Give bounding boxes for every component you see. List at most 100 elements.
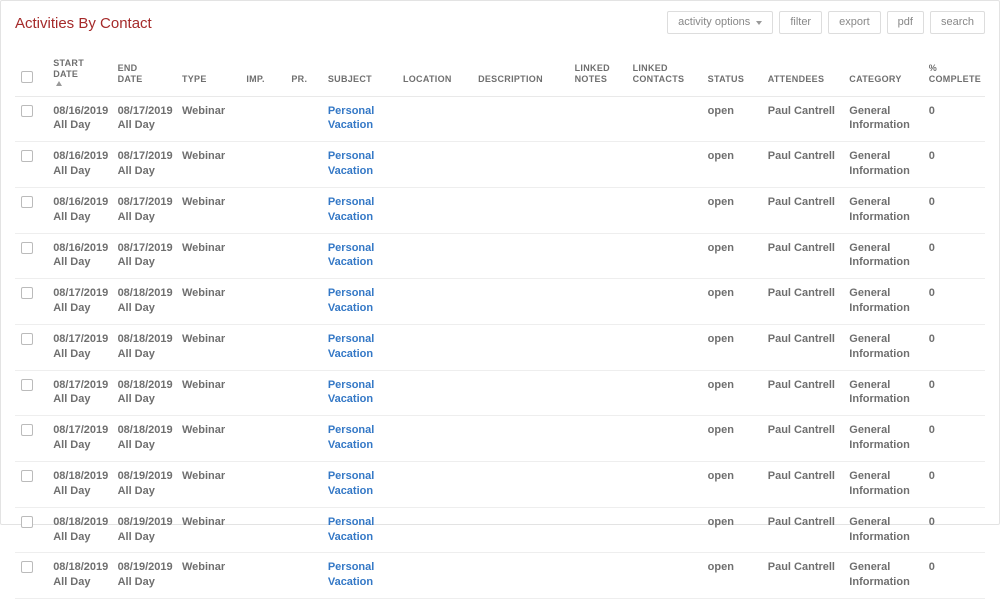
cell-complete: 0 — [923, 553, 985, 599]
cell-subject[interactable]: PersonalVacation — [322, 507, 397, 553]
pdf-button[interactable]: pdf — [887, 11, 924, 34]
col-pr[interactable]: PR. — [285, 52, 321, 96]
cell-pr — [285, 142, 321, 188]
cell-start-date: 08/18/2019All Day — [47, 462, 111, 508]
row-checkbox[interactable] — [15, 507, 47, 553]
checkbox-icon[interactable] — [21, 333, 33, 345]
cell-status: open — [702, 187, 762, 233]
col-subject[interactable]: SUBJECT — [322, 52, 397, 96]
cell-attendees: Paul Cantrell — [762, 462, 844, 508]
col-category[interactable]: CATEGORY — [843, 52, 922, 96]
panel-header: Activities By Contact activity options f… — [15, 11, 985, 34]
cell-start-date: 08/17/2019All Day — [47, 416, 111, 462]
cell-attendees: Paul Cantrell — [762, 324, 844, 370]
cell-complete: 0 — [923, 96, 985, 142]
table-row: 08/16/2019All Day08/17/2019All DayWebina… — [15, 187, 985, 233]
cell-location — [397, 233, 472, 279]
cell-subject[interactable]: PersonalVacation — [322, 553, 397, 599]
cell-pr — [285, 279, 321, 325]
checkbox-icon[interactable] — [21, 71, 33, 83]
checkbox-icon[interactable] — [21, 561, 33, 573]
row-checkbox[interactable] — [15, 324, 47, 370]
cell-subject[interactable]: PersonalVacation — [322, 142, 397, 188]
cell-subject[interactable]: PersonalVacation — [322, 462, 397, 508]
checkbox-icon[interactable] — [21, 196, 33, 208]
cell-attendees: Paul Cantrell — [762, 233, 844, 279]
col-location[interactable]: LOCATION — [397, 52, 472, 96]
row-checkbox[interactable] — [15, 96, 47, 142]
cell-start-date: 08/17/2019All Day — [47, 279, 111, 325]
col-complete[interactable]: % COMPLETE — [923, 52, 985, 96]
cell-subject[interactable]: PersonalVacation — [322, 324, 397, 370]
checkbox-icon[interactable] — [21, 424, 33, 436]
toolbar: activity options filter export pdf searc… — [667, 11, 985, 34]
col-imp[interactable]: IMP. — [240, 52, 285, 96]
cell-subject[interactable]: PersonalVacation — [322, 279, 397, 325]
cell-start-date: 08/16/2019All Day — [47, 96, 111, 142]
col-description[interactable]: DESCRIPTION — [472, 52, 569, 96]
row-checkbox[interactable] — [15, 279, 47, 325]
cell-pr — [285, 96, 321, 142]
col-end-date[interactable]: END DATE — [112, 52, 176, 96]
row-checkbox[interactable] — [15, 462, 47, 508]
checkbox-icon[interactable] — [21, 242, 33, 254]
cell-description — [472, 507, 569, 553]
cell-complete: 0 — [923, 233, 985, 279]
col-attendees[interactable]: ATTENDEES — [762, 52, 844, 96]
cell-subject[interactable]: PersonalVacation — [322, 187, 397, 233]
cell-end-date: 08/17/2019All Day — [112, 96, 176, 142]
cell-type: Webinar — [176, 142, 240, 188]
cell-start-date: 08/17/2019All Day — [47, 370, 111, 416]
activity-options-button[interactable]: activity options — [667, 11, 773, 34]
row-checkbox[interactable] — [15, 142, 47, 188]
row-checkbox[interactable] — [15, 233, 47, 279]
row-checkbox[interactable] — [15, 553, 47, 599]
row-checkbox[interactable] — [15, 187, 47, 233]
cell-complete: 0 — [923, 370, 985, 416]
checkbox-icon[interactable] — [21, 516, 33, 528]
cell-description — [472, 233, 569, 279]
row-checkbox[interactable] — [15, 416, 47, 462]
col-status[interactable]: STATUS — [702, 52, 762, 96]
checkbox-icon[interactable] — [21, 105, 33, 117]
cell-linked-contacts — [627, 187, 702, 233]
cell-status: open — [702, 370, 762, 416]
filter-button[interactable]: filter — [779, 11, 822, 34]
col-linked-notes[interactable]: LINKED NOTES — [569, 52, 627, 96]
cell-end-date: 08/18/2019All Day — [112, 279, 176, 325]
cell-description — [472, 416, 569, 462]
export-button[interactable]: export — [828, 11, 881, 34]
cell-status: open — [702, 279, 762, 325]
checkbox-icon[interactable] — [21, 287, 33, 299]
col-start-date[interactable]: START DATE — [47, 52, 111, 96]
cell-subject[interactable]: PersonalVacation — [322, 96, 397, 142]
cell-location — [397, 553, 472, 599]
cell-description — [472, 324, 569, 370]
col-select-all[interactable] — [15, 52, 47, 96]
cell-end-date: 08/17/2019All Day — [112, 233, 176, 279]
cell-location — [397, 370, 472, 416]
checkbox-icon[interactable] — [21, 379, 33, 391]
table-row: 08/16/2019All Day08/17/2019All DayWebina… — [15, 142, 985, 188]
cell-subject[interactable]: PersonalVacation — [322, 416, 397, 462]
cell-pr — [285, 324, 321, 370]
cell-imp — [240, 279, 285, 325]
col-type[interactable]: TYPE — [176, 52, 240, 96]
cell-linked-notes — [569, 507, 627, 553]
cell-start-date: 08/16/2019All Day — [47, 233, 111, 279]
cell-location — [397, 96, 472, 142]
row-checkbox[interactable] — [15, 370, 47, 416]
cell-linked-contacts — [627, 142, 702, 188]
checkbox-icon[interactable] — [21, 150, 33, 162]
search-button[interactable]: search — [930, 11, 985, 34]
cell-subject[interactable]: PersonalVacation — [322, 233, 397, 279]
cell-imp — [240, 416, 285, 462]
col-linked-contacts[interactable]: LINKED CONTACTS — [627, 52, 702, 96]
table-row: 08/18/2019All Day08/19/2019All DayWebina… — [15, 553, 985, 599]
cell-status: open — [702, 462, 762, 508]
cell-linked-contacts — [627, 553, 702, 599]
checkbox-icon[interactable] — [21, 470, 33, 482]
cell-subject[interactable]: PersonalVacation — [322, 370, 397, 416]
cell-status: open — [702, 324, 762, 370]
cell-category: GeneralInformation — [843, 462, 922, 508]
